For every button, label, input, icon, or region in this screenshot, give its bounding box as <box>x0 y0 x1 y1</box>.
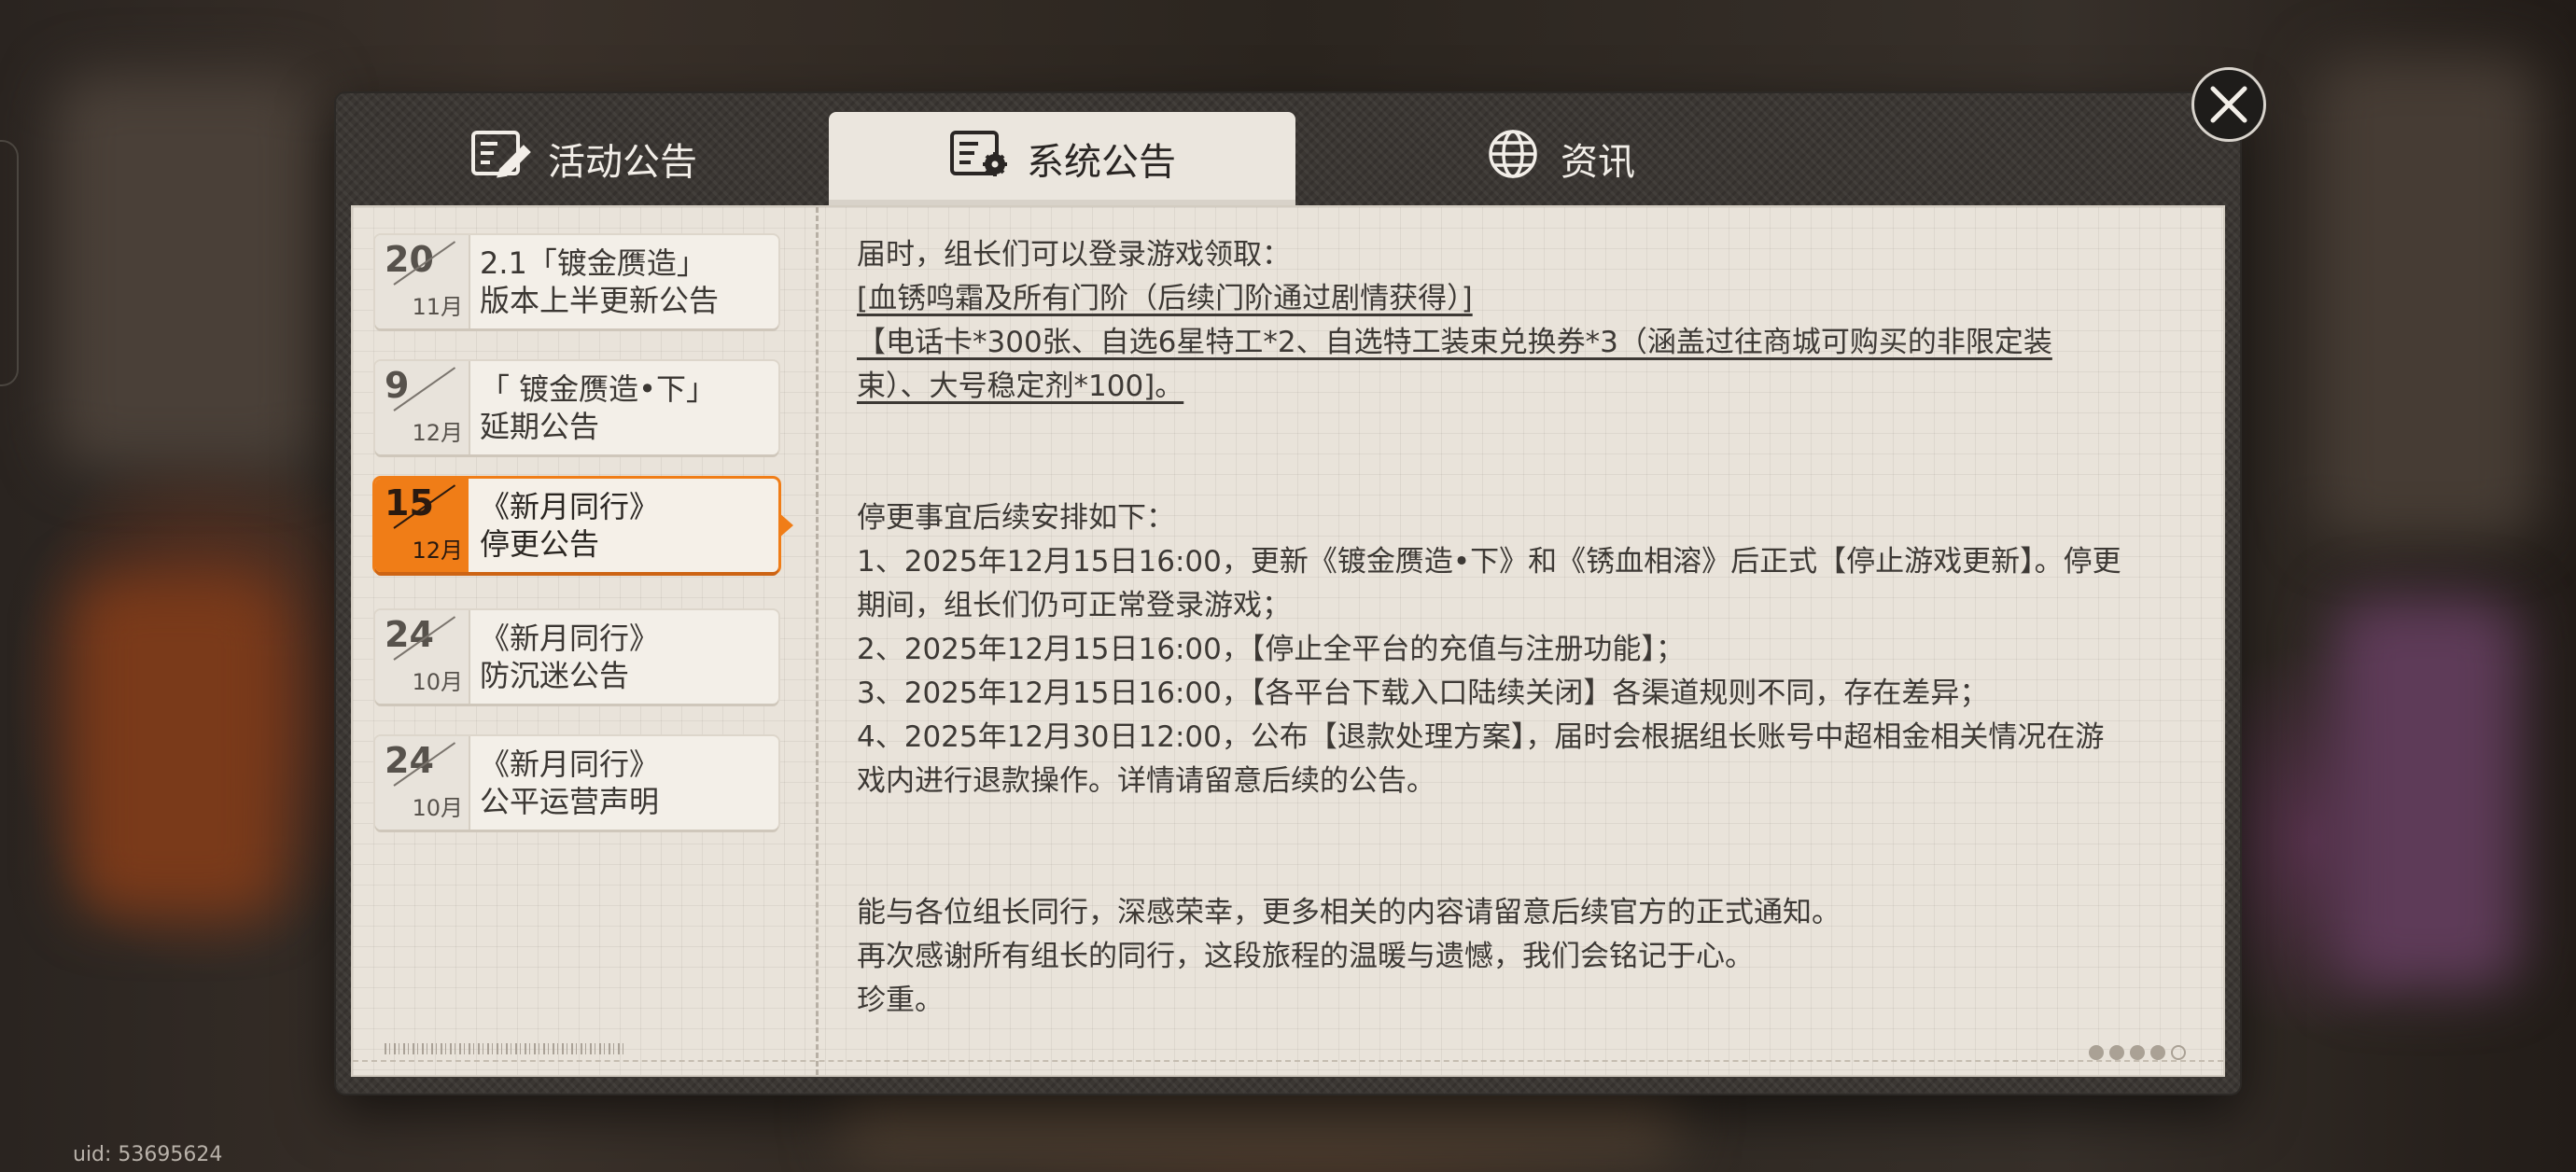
close-icon <box>2210 86 2247 123</box>
divider <box>353 1060 2223 1062</box>
divider <box>816 207 819 1075</box>
tab-label: 资讯 <box>1561 141 1635 184</box>
announcement-item[interactable]: 9 12月 「 镀金赝造•下」 延期公告 <box>375 361 778 454</box>
uid-label: uid: 53695624 <box>73 1143 223 1166</box>
content-line: 1、2025年12月15日16:00，更新《镀金赝造•下》和《锈血相溶》后正式【… <box>857 545 2121 579</box>
announcement-title: 《新月同行》 防沉迷公告 <box>480 621 660 693</box>
content-line: 戏内进行退款操作。详情请留意后续的公告。 <box>857 764 1435 798</box>
tab-label: 系统公告 <box>1027 141 1176 184</box>
content-line: 2、2025年12月15日16:00，【停止全平台的充值与注册功能】； <box>857 633 1685 666</box>
announcement-item[interactable]: 24 10月 《新月同行》 防沉迷公告 <box>375 610 778 704</box>
tab-system-notice[interactable]: 系统公告 <box>829 112 1295 205</box>
tab-news[interactable]: 资讯 <box>1437 112 1680 205</box>
content-line: 4、2025年12月30日12:00，公布【退款处理方案】，届时会根据组长账号中… <box>857 720 2105 754</box>
notice-edit-icon <box>469 129 531 188</box>
content-line: 能与各位组长同行，深感荣幸，更多相关的内容请留意后续官方的正式通知。 <box>857 896 1841 929</box>
date-month: 12月 <box>412 537 463 564</box>
notice-gear-icon <box>948 129 1010 188</box>
reward-link: 【电话卡*300张、自选6星特工*2、自选特工装束兑换券*3（涵盖过往商城可购买… <box>857 326 2052 359</box>
close-button[interactable] <box>2191 67 2266 142</box>
globe-icon <box>1482 129 1544 188</box>
content-line: 停更事宜后续安排如下： <box>857 501 1175 535</box>
date-month: 11月 <box>412 294 463 320</box>
date-badge: 15 12月 <box>375 479 469 572</box>
announcement-item[interactable]: 20 11月 2.1「镀金赝造」 版本上半更新公告 <box>375 235 778 328</box>
date-badge: 20 11月 <box>375 235 470 328</box>
content-line: 3、2025年12月15日16:00，【各平台下载入口陆续关闭】各渠道规则不同，… <box>857 677 1989 710</box>
reward-link: 束）、大号稳定剂*100]。 <box>857 370 1184 403</box>
tab-event-notice[interactable]: 活动公告 <box>439 112 728 205</box>
date-badge: 24 10月 <box>375 610 470 704</box>
content-line: 期间，组长们仍可正常登录游戏； <box>857 589 1291 622</box>
date-month: 12月 <box>412 420 463 446</box>
side-edge-tab <box>0 140 19 386</box>
date-month: 10月 <box>412 795 463 821</box>
reward-link: [血锈鸣霜及所有门阶（后续门阶通过剧情获得）] <box>857 282 1473 315</box>
page-dots <box>2089 1045 2186 1060</box>
date-month: 10月 <box>412 669 463 695</box>
announcement-title: 2.1「镀金赝造」 版本上半更新公告 <box>480 245 720 318</box>
date-badge: 24 10月 <box>375 736 470 830</box>
announcement-content[interactable]: 届时，组长们可以登录游戏领取： [血锈鸣霜及所有门阶（后续门阶通过剧情获得）] … <box>857 233 2163 1023</box>
announcement-item-active[interactable]: 15 12月 《新月同行》 停更公告 <box>375 479 793 572</box>
announcement-title: 《新月同行》 公平运营声明 <box>480 746 660 819</box>
announcement-item[interactable]: 24 10月 《新月同行》 公平运营声明 <box>375 736 778 830</box>
announcement-title: 「 镀金赝造•下」 延期公告 <box>480 371 717 444</box>
content-line: 珍重。 <box>857 984 944 1017</box>
barcode-decoration <box>385 1043 627 1054</box>
announcement-title: 《新月同行》 停更公告 <box>480 489 660 562</box>
content-line: 届时，组长们可以登录游戏领取： <box>857 238 1291 272</box>
content-line: 再次感谢所有组长的同行，这段旅程的温暖与遗憾，我们会铭记于心。 <box>857 940 1754 973</box>
date-badge: 9 12月 <box>375 361 470 454</box>
tab-label: 活动公告 <box>548 141 697 184</box>
